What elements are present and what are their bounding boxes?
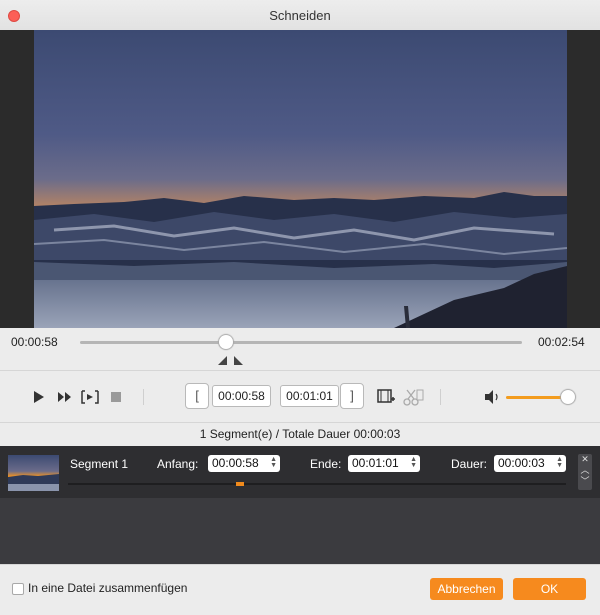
bracket-left-icon: [ bbox=[195, 388, 199, 403]
stepper-arrows-icon[interactable]: ▲ ▼ bbox=[556, 456, 563, 469]
volume-track[interactable] bbox=[506, 396, 568, 399]
title-bar: Schneiden bbox=[0, 0, 600, 31]
current-time-label: 00:00:58 bbox=[11, 335, 58, 349]
scissors-icon[interactable] bbox=[402, 388, 424, 406]
segment-timeline-marker bbox=[236, 482, 244, 486]
set-end-button[interactable]: ] bbox=[340, 383, 364, 409]
merge-checkbox[interactable] bbox=[12, 583, 24, 595]
segment-thumbnail bbox=[8, 455, 59, 491]
seek-track[interactable] bbox=[80, 341, 522, 344]
segment-duration-value: 00:00:03 bbox=[498, 456, 545, 470]
film-add-icon[interactable] bbox=[376, 388, 396, 406]
segment-row[interactable]: Segment 1 Anfang: 00:00:58 ▲ ▼ Ende: 00:0… bbox=[0, 446, 600, 498]
seek-handle[interactable] bbox=[219, 335, 233, 349]
clip-icon[interactable] bbox=[81, 390, 99, 404]
seek-bar-area: 00:00:58 00:02:54 bbox=[0, 328, 600, 368]
trim-end-marker-icon[interactable] bbox=[234, 356, 243, 365]
segment-duration-label: Dauer: bbox=[451, 457, 488, 471]
merge-checkbox-label: In eine Datei zusammenfügen bbox=[28, 581, 188, 595]
segment-duration-stepper[interactable]: 00:00:03 ▲ ▼ bbox=[494, 455, 566, 472]
segment-end-label: Ende: bbox=[310, 457, 342, 471]
dialog-footer: In eine Datei zusammenfügen Abbrechen OK bbox=[0, 564, 600, 615]
play-icon[interactable] bbox=[33, 390, 45, 404]
bracket-right-icon: ] bbox=[350, 388, 354, 403]
video-frame bbox=[34, 30, 567, 328]
end-time-field[interactable]: 00:01:01 bbox=[280, 385, 339, 407]
fast-forward-icon[interactable] bbox=[57, 391, 73, 403]
remove-segment-icon[interactable]: ✕ bbox=[578, 454, 592, 465]
cancel-button[interactable]: Abbrechen bbox=[430, 578, 503, 600]
start-time-field[interactable]: 00:00:58 bbox=[212, 385, 271, 407]
trim-start-marker-icon[interactable] bbox=[218, 356, 227, 365]
stop-icon[interactable] bbox=[110, 391, 122, 403]
ok-button[interactable]: OK bbox=[513, 578, 586, 600]
separator bbox=[440, 389, 441, 405]
set-start-button[interactable]: [ bbox=[185, 383, 209, 409]
trim-markers[interactable] bbox=[217, 354, 245, 366]
segment-timeline-track bbox=[68, 483, 566, 485]
segment-list: Segment 1 Anfang: 00:00:58 ▲ ▼ Ende: 00:0… bbox=[0, 446, 600, 564]
segment-start-stepper[interactable]: 00:00:58 ▲ ▼ bbox=[208, 455, 280, 472]
separator bbox=[143, 389, 144, 405]
move-up-icon[interactable]: ︿ bbox=[578, 465, 592, 476]
segment-summary: 1 Segment(e) / Totale Dauer 00:00:03 bbox=[0, 422, 600, 447]
video-frame-image bbox=[34, 30, 567, 328]
move-down-icon[interactable]: ﹀ bbox=[578, 476, 592, 487]
video-preview-area bbox=[0, 30, 600, 328]
stepper-arrows-icon[interactable]: ▲ ▼ bbox=[270, 456, 277, 469]
speaker-icon[interactable] bbox=[484, 389, 502, 405]
segment-end-stepper[interactable]: 00:01:01 ▲ ▼ bbox=[348, 455, 420, 472]
volume-handle[interactable] bbox=[561, 390, 575, 404]
window-title: Schneiden bbox=[269, 8, 331, 23]
segment-start-value: 00:00:58 bbox=[212, 456, 259, 470]
stepper-arrows-icon[interactable]: ▲ ▼ bbox=[410, 456, 417, 469]
segment-side-controls: ✕ ︿ ﹀ bbox=[578, 454, 592, 490]
total-time-label: 00:02:54 bbox=[538, 335, 585, 349]
segment-name: Segment 1 bbox=[70, 457, 129, 471]
segment-start-label: Anfang: bbox=[157, 457, 199, 471]
segment-end-value: 00:01:01 bbox=[352, 456, 399, 470]
